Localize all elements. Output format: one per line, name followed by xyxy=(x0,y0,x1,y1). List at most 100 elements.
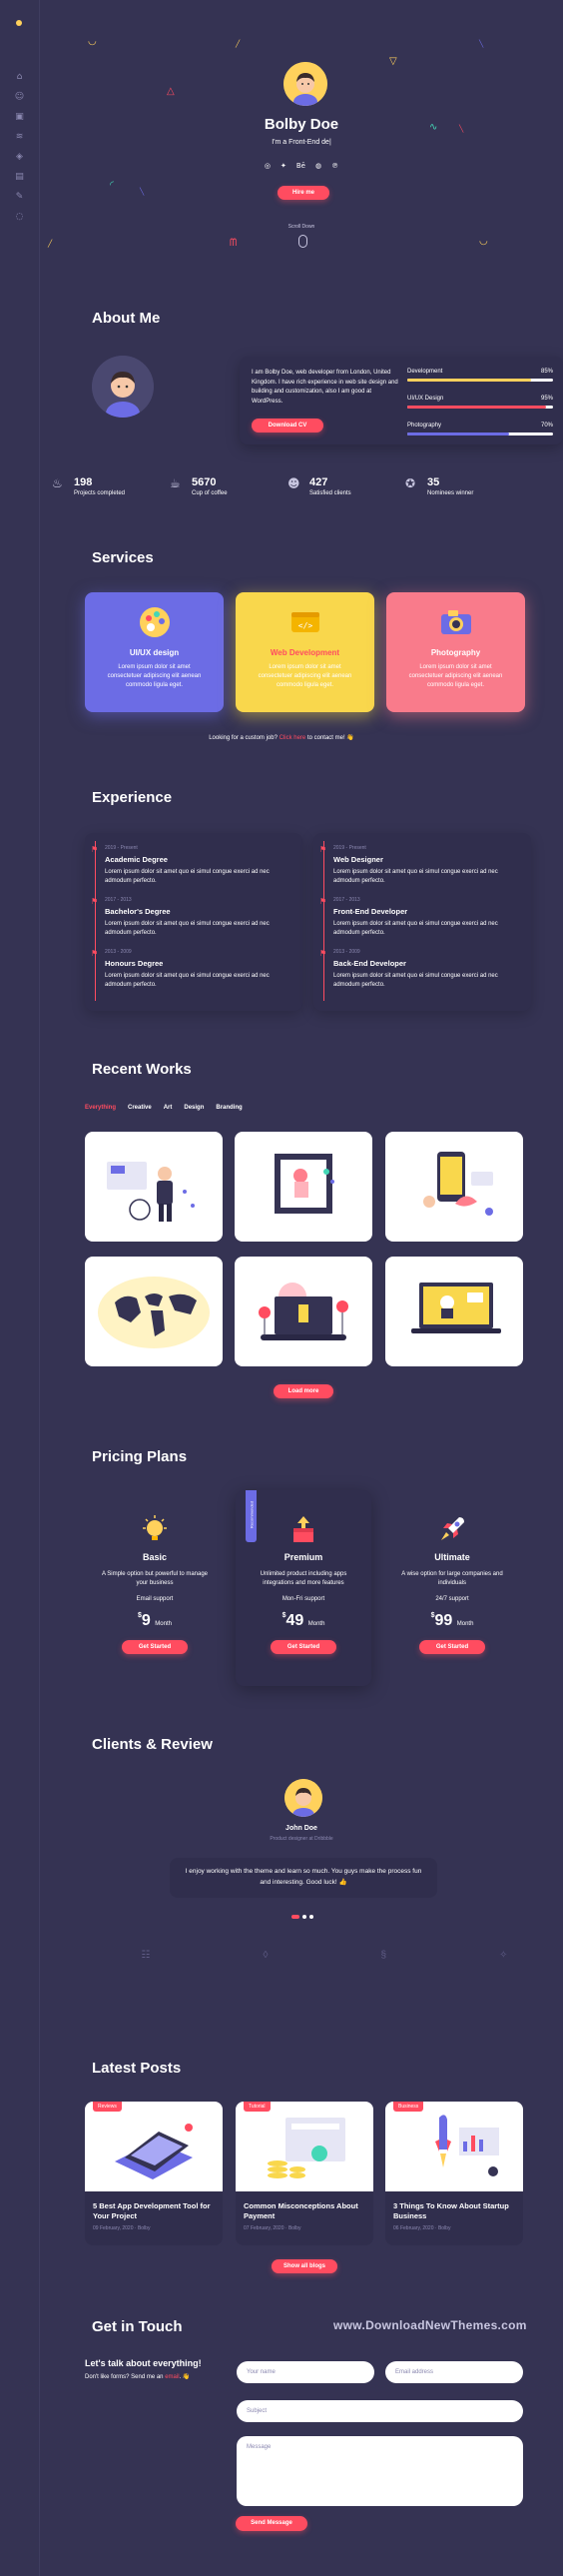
deco-line-icon: ╲ xyxy=(479,40,484,48)
client-logo-icon[interactable]: § xyxy=(381,1950,387,1961)
skill-bar xyxy=(407,432,553,435)
skill-name: Photography xyxy=(407,423,442,429)
filter-everything[interactable]: Everything xyxy=(85,1105,116,1111)
timeline-line xyxy=(323,841,324,1001)
blog-post-card[interactable]: Business 3 Things To Know About Startup … xyxy=(385,2102,523,2245)
camera-icon xyxy=(438,604,474,640)
work-item[interactable] xyxy=(235,1257,372,1366)
logo[interactable] xyxy=(16,20,22,26)
plan-desc: A wise option for large companies and in… xyxy=(401,1571,503,1586)
hire-me-button[interactable]: Hire me xyxy=(278,186,329,200)
stat-number: 198 xyxy=(74,476,93,488)
blog-post-card[interactable]: Reviews 5 Best App Development Tool for … xyxy=(85,2102,223,2245)
briefcase-icon[interactable]: ▣ xyxy=(14,112,25,123)
message-field[interactable]: Message xyxy=(237,2436,523,2506)
graduation-icon: ⚑ xyxy=(91,845,99,854)
carousel-dot[interactable] xyxy=(302,1915,306,1919)
download-cv-button[interactable]: Download CV xyxy=(252,419,323,432)
archive-icon[interactable]: ▤ xyxy=(14,172,25,183)
pinterest-icon[interactable]: ℗ xyxy=(331,162,338,170)
edit-icon[interactable]: ✎ xyxy=(14,192,25,203)
filter-branding[interactable]: Branding xyxy=(216,1105,242,1111)
work-item[interactable] xyxy=(385,1257,523,1366)
skill-bar xyxy=(407,379,553,382)
send-message-button[interactable]: Send Message xyxy=(236,2516,307,2531)
post-tag[interactable]: Tutorial xyxy=(244,2102,271,2112)
client-avatar xyxy=(284,1779,322,1817)
post-date: 07 February, 2020 xyxy=(244,2225,284,2231)
main-content: ◡ △ ╱ ▽ ╲ ∿ ◜ ╲ ᗰ ╱ ◡ ╲ Bolby Doe I'm a … xyxy=(40,0,563,712)
filter-art[interactable]: Art xyxy=(164,1105,173,1111)
email-link[interactable]: email xyxy=(165,2374,179,2380)
side-nav: ⌂ ☺ ▣ ≋ ◈ ▤ ✎ ◌ xyxy=(14,72,25,223)
post-title[interactable]: 3 Things To Know About Startup Business xyxy=(393,2201,515,2221)
behance-icon[interactable]: Bē xyxy=(296,162,305,170)
filter-design[interactable]: Design xyxy=(184,1105,204,1111)
client-logo-icon[interactable]: ✧ xyxy=(499,1950,507,1961)
email-field[interactable]: Email address xyxy=(385,2361,523,2383)
filter-creative[interactable]: Creative xyxy=(128,1105,152,1111)
chat-icon[interactable]: ◌ xyxy=(14,212,25,223)
post-title[interactable]: Common Misconceptions About Payment xyxy=(244,2201,365,2221)
twitter-icon[interactable]: ✦ xyxy=(281,162,286,170)
stat-item: ☻ 427 Satisfied clients xyxy=(287,476,405,496)
post-meta: 07 February, 2020 · Bolby xyxy=(244,2225,301,2231)
hero-role: I'm a Front-End de| xyxy=(272,139,331,146)
contact-title: Get in Touch xyxy=(92,2318,183,2335)
stat-number: 5670 xyxy=(192,476,217,488)
post-title[interactable]: 5 Best App Development Tool for Your Pro… xyxy=(93,2201,215,2221)
timeline-desc: Lorem ipsum dolor sit amet quo ei simul … xyxy=(105,869,270,884)
layers-icon[interactable]: ≋ xyxy=(14,132,25,143)
service-card: Photography Lorem ipsum dolor sit amet c… xyxy=(386,592,525,712)
testimonial-quote: I enjoy working with the theme and learn… xyxy=(170,1858,437,1898)
show-all-blogs-button[interactable]: Show all blogs xyxy=(272,2259,337,2273)
name-field[interactable]: Your name xyxy=(237,2361,374,2383)
works-filters: Everything Creative Art Design Branding xyxy=(85,1105,243,1111)
work-item[interactable] xyxy=(85,1257,223,1366)
blog-post-card[interactable]: Tutorial Common Misconceptions About Pay… xyxy=(236,2102,373,2245)
subject-field[interactable]: Subject xyxy=(237,2400,523,2422)
get-started-button[interactable]: Get Started xyxy=(419,1640,485,1654)
service-title: Web Development xyxy=(270,648,340,657)
mouse-icon[interactable] xyxy=(298,235,307,248)
posts-title: Latest Posts xyxy=(92,2060,182,2077)
instagram-icon[interactable]: ◎ xyxy=(265,162,271,170)
stat-label: Nominees winner xyxy=(427,490,474,496)
user-icon[interactable]: ☺ xyxy=(14,92,25,103)
graduation-icon[interactable]: ◈ xyxy=(14,152,25,163)
stat-number: 427 xyxy=(309,476,328,488)
carousel-dot[interactable] xyxy=(291,1915,299,1919)
service-title: Photography xyxy=(430,648,481,657)
scroll-down-label: Scroll Down xyxy=(287,224,315,230)
skill-item: Development 85% xyxy=(407,369,553,382)
stat-label: Projects completed xyxy=(74,490,126,496)
client-logo-icon[interactable]: ☷ xyxy=(142,1950,151,1961)
skill-name: UI/UX Design xyxy=(407,396,444,402)
contact-subtext: Don't like forms? Send me an email. 👋 xyxy=(85,2373,190,2380)
post-author: Bolby xyxy=(137,2225,151,2231)
post-author: Bolby xyxy=(287,2225,301,2231)
home-icon[interactable]: ⌂ xyxy=(14,72,25,83)
plan-desc: A Simple option but powerful to manage y… xyxy=(101,1571,209,1586)
work-item[interactable] xyxy=(385,1132,523,1242)
work-item[interactable] xyxy=(235,1132,372,1242)
works-title: Recent Works xyxy=(92,1061,192,1078)
client-logo-icon[interactable]: ◊ xyxy=(264,1950,269,1961)
post-tag[interactable]: Business xyxy=(393,2102,424,2112)
client-logos: ☷ ◊ § ✧ xyxy=(85,1950,563,1961)
dribbble-icon[interactable]: ◍ xyxy=(315,162,321,170)
custom-job-prefix: Looking for a custom job? xyxy=(209,735,278,741)
carousel-dot[interactable] xyxy=(309,1915,313,1919)
plan-support: 24/7 support xyxy=(435,1596,469,1602)
post-tag[interactable]: Reviews xyxy=(93,2102,122,2112)
about-title: About Me xyxy=(92,310,161,327)
work-item[interactable] xyxy=(85,1132,223,1242)
contact-link[interactable]: Click here xyxy=(280,735,306,741)
timeline-item: 2017 - 2013 Front-End Developer Lorem ip… xyxy=(333,897,513,938)
about-text: I am Bolby Doe, web developer from Londo… xyxy=(252,370,398,405)
get-started-button[interactable]: Get Started xyxy=(271,1640,336,1654)
get-started-button[interactable]: Get Started xyxy=(122,1640,188,1654)
load-more-button[interactable]: Load more xyxy=(274,1384,333,1398)
skill-fill xyxy=(407,406,546,409)
avatar xyxy=(283,62,327,106)
